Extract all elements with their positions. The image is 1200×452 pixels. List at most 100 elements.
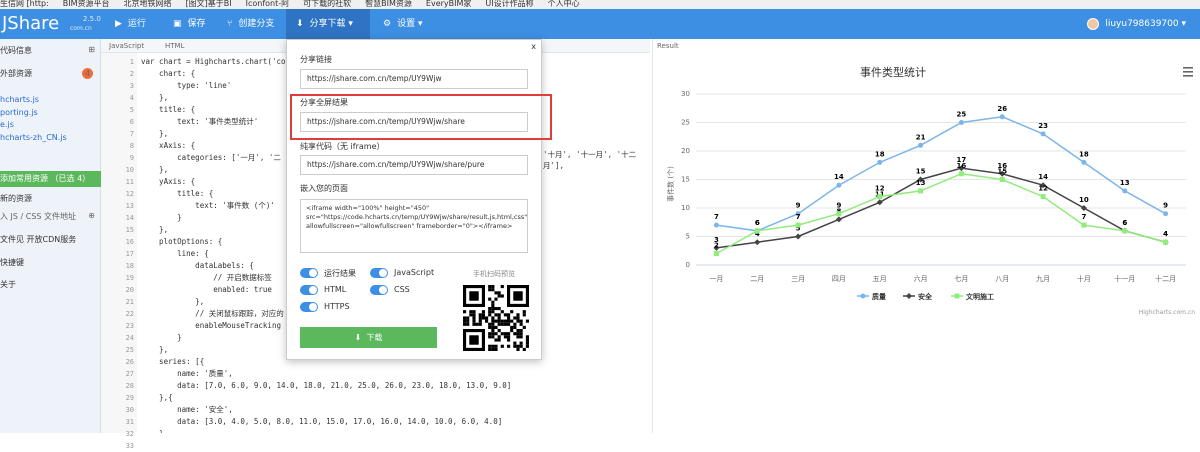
bookmark-item[interactable]: 生信网 [http: bbox=[0, 0, 49, 8]
data-point bbox=[836, 182, 842, 188]
line-number: 2 bbox=[129, 70, 134, 78]
x-tick-label: 七月 bbox=[954, 274, 968, 283]
bookmark-item[interactable]: 智慧BIM资源 bbox=[365, 0, 412, 8]
file-link[interactable]: hcharts-zh_CN.js bbox=[0, 133, 101, 142]
download-label: 下载 bbox=[366, 333, 383, 342]
plus-square-icon[interactable]: ⊞ bbox=[88, 45, 95, 54]
data-label: 25 bbox=[957, 111, 967, 119]
data-label: 9 bbox=[796, 202, 801, 210]
data-label: 12 bbox=[875, 185, 885, 193]
toggle-https[interactable] bbox=[300, 302, 318, 312]
bookmark-item[interactable]: UI设计作品称 bbox=[485, 0, 533, 8]
data-label: 26 bbox=[997, 105, 1007, 113]
resource-url-input[interactable]: 入 JS / CSS 文件地址 ⊕ bbox=[0, 211, 101, 223]
bookmark-item[interactable]: 个人中心 bbox=[548, 0, 580, 8]
line-number: 9 bbox=[129, 154, 134, 162]
about-link[interactable]: 关于 bbox=[0, 279, 101, 290]
add-icon[interactable]: ⊕ bbox=[88, 211, 95, 220]
data-label: 12 bbox=[1038, 185, 1048, 193]
bookmark-item[interactable]: BIM资源平台 bbox=[63, 0, 110, 8]
code-line: enableMouseTracking bbox=[141, 321, 281, 330]
x-tick-label: 五月 bbox=[873, 275, 887, 283]
x-tick-label: 一月 bbox=[709, 275, 723, 283]
result-panel: Result 事件类型统计 事件数 (个) 0 5 10 15 20 25 30 一月 二月 三月… bbox=[652, 39, 1200, 433]
y-tick-label: 10 bbox=[681, 204, 690, 212]
line-number: 27 bbox=[125, 370, 134, 378]
data-point bbox=[1040, 194, 1046, 200]
close-icon[interactable]: x bbox=[531, 42, 536, 51]
code-line: text: '事件类型统计' bbox=[141, 117, 259, 126]
code-line: }, bbox=[141, 297, 205, 306]
code-line: xAxis: { bbox=[141, 141, 196, 150]
line-number: 1 bbox=[129, 58, 134, 66]
data-label: 14 bbox=[834, 173, 844, 181]
data-point bbox=[754, 239, 761, 246]
tab-html[interactable]: HTML bbox=[165, 42, 184, 50]
save-icon: ▣ bbox=[173, 19, 182, 29]
cdn-link[interactable]: 文件见 开放CDN服务 bbox=[0, 234, 101, 245]
save-button[interactable]: ▣ 保存 bbox=[163, 9, 215, 39]
download-button[interactable]: ⬇ 下载 bbox=[300, 327, 437, 348]
code-line: type: 'line' bbox=[141, 81, 232, 90]
code-line: yAxis: { bbox=[141, 177, 196, 186]
share-link-field[interactable]: https://jshare.com.cn/temp/UY9Wjw bbox=[300, 69, 528, 89]
sidebar-code-info[interactable]: 代码信息 ⊞ bbox=[0, 45, 101, 57]
download-icon: ⬇ bbox=[354, 333, 367, 342]
line-number: 15 bbox=[125, 226, 134, 234]
line-number: 24 bbox=[125, 334, 134, 342]
code-line: // 关闭鼠标跟踪，对应的 bbox=[141, 309, 284, 318]
avatar bbox=[1087, 17, 1100, 30]
toggle-css[interactable] bbox=[370, 285, 388, 295]
data-point bbox=[795, 222, 801, 228]
file-link[interactable]: e.js bbox=[0, 120, 101, 129]
sidebar-external[interactable]: 外部资源 4 bbox=[0, 68, 101, 80]
code-line: }, bbox=[141, 428, 168, 433]
bookmark-item[interactable]: 北京地铁网络 bbox=[124, 0, 172, 8]
y-tick-label: 0 bbox=[686, 261, 690, 269]
username: liuyu798639700 ▾ bbox=[1105, 19, 1186, 29]
code-line: var chart = Highcharts.chart('co bbox=[141, 57, 286, 66]
data-point bbox=[1081, 159, 1087, 165]
line-number: 18 bbox=[125, 262, 134, 270]
line-number: 17 bbox=[125, 250, 134, 258]
line-number: 16 bbox=[125, 238, 134, 246]
toggle-javascript[interactable] bbox=[370, 268, 388, 278]
logo-text: JShare bbox=[2, 13, 60, 34]
share-download-button[interactable]: ⬇ 分享下载 ▾ bbox=[286, 9, 370, 39]
user-menu[interactable]: liuyu798639700 ▾ bbox=[1087, 9, 1186, 39]
toggle-html[interactable] bbox=[300, 285, 318, 295]
top-toolbar: JShare 2.5.0 com.cn ▶ 运行 ▣ 保存 ⑂ 创建分支 ⬇ 分享下载 … bbox=[0, 9, 1200, 39]
menu-icon[interactable] bbox=[1183, 67, 1193, 77]
code-line: data: [7.0, 6.0, 9.0, 14.0, 18.0, 21.0, … bbox=[141, 381, 512, 390]
line-number: 25 bbox=[125, 346, 134, 354]
data-label: 15 bbox=[916, 168, 926, 176]
fork-icon: ⑂ bbox=[227, 19, 233, 29]
embed-code-textarea[interactable]: <iframe width="100%" height="450" src="h… bbox=[300, 199, 528, 253]
shortcut-link[interactable]: 快捷键 bbox=[0, 257, 101, 268]
code-line: title: { bbox=[141, 105, 196, 114]
bookmark-item[interactable]: 可下载的社软 bbox=[303, 0, 351, 8]
bookmark-item[interactable]: Iconfont-阿 bbox=[246, 0, 290, 8]
tab-javascript[interactable]: JavaScript bbox=[109, 42, 144, 50]
run-button[interactable]: ▶ 运行 bbox=[105, 9, 157, 39]
toggle-run-result[interactable] bbox=[300, 268, 318, 278]
file-link[interactable]: porting.js bbox=[0, 108, 101, 117]
bookmark-item[interactable]: EveryBIM家 bbox=[426, 0, 471, 8]
x-tick-label: 四月 bbox=[832, 275, 846, 283]
common-resources-button[interactable]: 添加常用资源 （已选 4） bbox=[0, 171, 101, 187]
gear-icon: ⚙ bbox=[383, 19, 392, 29]
code-line: chart: { bbox=[141, 69, 196, 78]
qr-code bbox=[463, 285, 529, 351]
legend-marker bbox=[954, 293, 960, 299]
code-line: title: { bbox=[141, 189, 214, 198]
sidebar: 代码信息 ⊞ 外部资源 4 hcharts.js porting.js e.js h… bbox=[0, 39, 101, 433]
fork-button[interactable]: ⑂ 创建分支 bbox=[217, 9, 283, 39]
code-line: } bbox=[141, 213, 182, 222]
pure-code-field[interactable]: https://jshare.com.cn/temp/UY9Wjw/share/… bbox=[300, 155, 528, 175]
app-logo[interactable]: JShare 2.5.0 com.cn bbox=[0, 9, 105, 39]
line-gutter: 1 2 3 4 5 6 7 8 9 10 11 12 13 14 15 16 17 18 19 20 21 22 23 24 2… bbox=[101, 53, 137, 450]
bookmark-item[interactable]: [图文]基于BI bbox=[186, 0, 232, 8]
data-label: 14 bbox=[1038, 173, 1048, 181]
file-link[interactable]: hcharts.js bbox=[0, 95, 101, 104]
settings-button[interactable]: ⚙ 设置 ▾ bbox=[373, 9, 433, 39]
